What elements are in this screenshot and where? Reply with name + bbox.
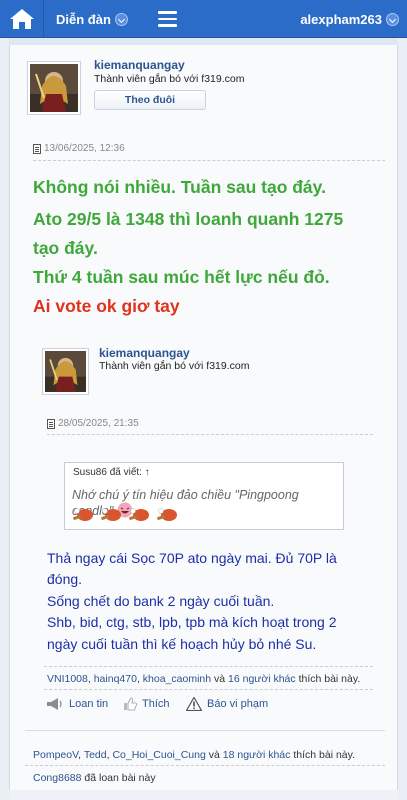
liker-link[interactable]: khoa_caominh xyxy=(143,673,211,685)
post-date[interactable]: 13/06/2025, 12:36 xyxy=(33,143,125,154)
quoted-post-line-2: đóng. xyxy=(47,571,83,587)
quoted-post-date[interactable]: 28/05/2025, 21:35 xyxy=(47,418,139,429)
author-name-link[interactable]: kiemanquangay xyxy=(94,58,185,72)
likes-connector: và xyxy=(208,749,220,761)
other-likers-link[interactable]: 18 người khác xyxy=(223,749,291,761)
report-label: Báo vi phạm xyxy=(207,698,269,710)
author-title: Thành viên gắn bó với f319.com xyxy=(94,73,245,85)
quoted-author-title: Thành viên gắn bó với f319.com xyxy=(99,360,250,372)
hamburger-menu-icon[interactable] xyxy=(158,11,177,27)
like-action[interactable]: Thích xyxy=(123,697,170,711)
divider xyxy=(33,160,385,161)
quoted-post-line-1: Thả ngay cái Sọc 70P ato ngày mai. Đủ 70… xyxy=(47,550,337,566)
user-menu-button[interactable]: alexpham263 xyxy=(300,0,399,38)
shared-suffix: đã loan bài này xyxy=(84,772,156,784)
quoted-post-line-5: ngày cuối tuần thì kế hoạch hủy bỏ nhé S… xyxy=(47,636,317,652)
likes-suffix: thích bài này. xyxy=(293,749,356,761)
quote-header[interactable]: Susu86 đã viết: ↑ xyxy=(73,467,150,478)
chevron-down-icon xyxy=(114,12,128,26)
quoted-post-date-text: 28/05/2025, 21:35 xyxy=(58,418,139,429)
message-line-5: Ai vote ok giơ tay xyxy=(33,296,180,316)
pingpong-paddle-icon xyxy=(155,507,179,528)
forum-menu-label: Diễn đàn xyxy=(56,11,111,27)
divider xyxy=(44,689,373,690)
divider xyxy=(47,434,373,435)
sharer-link[interactable]: Cong8688 xyxy=(33,772,81,784)
author-avatar[interactable] xyxy=(27,61,81,115)
message-line-1: Không nói nhiều. Tuần sau tạo đáy. xyxy=(33,177,326,197)
bottom-edge xyxy=(9,790,398,800)
divider xyxy=(25,765,385,766)
chevron-down-icon xyxy=(386,12,399,26)
emoji-row xyxy=(71,507,183,528)
divider xyxy=(25,730,385,731)
document-icon xyxy=(33,143,41,154)
liker-link[interactable]: Co_Hoi_Cuoi_Cung xyxy=(112,749,205,761)
liker-link[interactable]: hainq470 xyxy=(94,673,137,685)
home-icon xyxy=(9,9,34,29)
pingpong-paddle-icon xyxy=(71,507,95,528)
quoted-post-line-4: Shb, bid, ctg, stb, lpb, tpb mà kích hoạ… xyxy=(47,614,337,630)
quoted-author-avatar[interactable] xyxy=(42,348,89,395)
post-likes-summary: PompeoV, Tedd, Co_Hoi_Cuoi_Cung và 18 ng… xyxy=(33,749,356,761)
divider xyxy=(44,666,373,667)
quoted-likes-summary: VNI1008, hainq470, khoa_caominh và 16 ng… xyxy=(47,673,361,685)
like-label: Thích xyxy=(142,698,170,710)
pingpong-paddle-icon xyxy=(127,507,151,528)
document-icon xyxy=(47,418,55,429)
post-date-text: 13/06/2025, 12:36 xyxy=(44,143,125,154)
username: alexpham263 xyxy=(300,11,382,27)
quote-block: Susu86 đã viết: ↑ Nhớ chú ý tín hiệu đảo… xyxy=(64,462,344,530)
follow-button[interactable]: Theo đuôi xyxy=(94,90,206,110)
message-line-2: Ato 29/5 là 1348 thì loanh quanh 1275 xyxy=(33,209,344,229)
warning-icon xyxy=(186,697,202,711)
quoted-post-line-3: Sống chết do bank 2 ngày cuối tuần. xyxy=(47,593,275,609)
pingpong-paddle-icon xyxy=(99,507,123,528)
quoted-author-name-link[interactable]: kiemanquangay xyxy=(99,346,190,360)
megaphone-icon xyxy=(47,698,62,710)
liker-link[interactable]: Tedd xyxy=(84,749,107,761)
report-action[interactable]: Báo vi phạm xyxy=(186,697,268,711)
other-likers-link[interactable]: 16 người khác xyxy=(228,673,296,685)
likes-suffix: thích bài này. xyxy=(298,673,361,685)
shared-by-summary: Cong8688 đã loan bài này xyxy=(33,772,156,784)
top-navigation-bar: Diễn đàn alexpham263 xyxy=(0,0,407,38)
forum-menu-button[interactable]: Diễn đàn xyxy=(56,0,128,38)
home-button[interactable] xyxy=(0,0,44,38)
message-line-4: Thứ 4 tuần sau múc hết lực nếu đỏ. xyxy=(33,267,330,287)
share-label: Loan tin xyxy=(69,698,109,710)
liker-link[interactable]: VNI1008 xyxy=(47,673,88,685)
page-top-strip xyxy=(9,38,398,45)
thumbs-up-icon xyxy=(124,697,137,711)
liker-link[interactable]: PompeoV xyxy=(33,749,78,761)
message-line-3: tạo đáy. xyxy=(33,238,98,258)
share-action[interactable]: Loan tin xyxy=(46,697,108,711)
likes-connector: và xyxy=(214,673,226,685)
